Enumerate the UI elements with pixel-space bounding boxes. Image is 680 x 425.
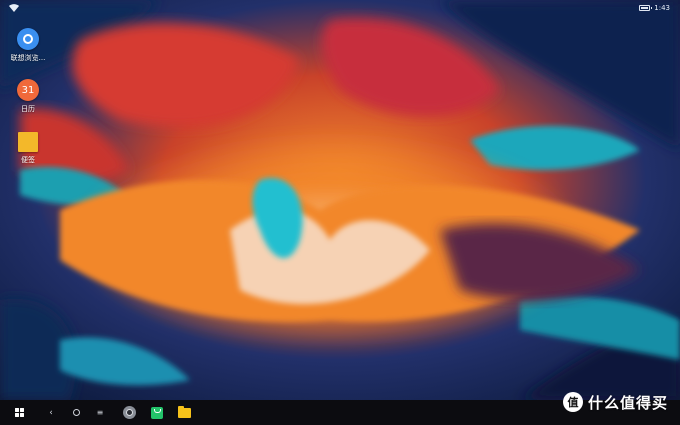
desktop-icon-calendar[interactable]: 31 日历: [8, 79, 48, 114]
desktop-icon-label: 日历: [21, 105, 35, 113]
clock: 1:43: [654, 4, 670, 12]
battery-level: [641, 7, 648, 9]
status-bar: 1:43: [0, 0, 680, 16]
camera-app-icon[interactable]: [120, 400, 138, 425]
recents-icon[interactable]: ≡: [93, 400, 107, 425]
desktop-icon-notes[interactable]: 便签: [8, 132, 48, 165]
wifi-icon: [9, 4, 19, 12]
browser-icon: [17, 28, 39, 50]
calendar-icon: 31: [17, 79, 39, 101]
files-folder-icon[interactable]: [175, 400, 193, 425]
back-icon[interactable]: ‹: [44, 400, 58, 425]
watermark-logo: 值: [562, 392, 583, 412]
app-store-icon[interactable]: [148, 400, 166, 425]
status-right: 1:43: [639, 4, 670, 12]
watermark-text: 什么值得买: [587, 393, 668, 412]
desktop-wallpaper: [0, 0, 680, 400]
start-icon[interactable]: [10, 400, 28, 425]
desktop-icon-browser[interactable]: 联想浏览...: [8, 28, 48, 63]
watermark: 值 什么值得买: [562, 391, 668, 413]
tablet-screen: 1:43 联想浏览... 31 日历 便签 ‹ ≡ 值 什么值得买: [0, 0, 680, 425]
desktop-icon-label: 联想浏览...: [10, 54, 46, 62]
home-icon[interactable]: [69, 400, 83, 425]
note-icon: [18, 132, 38, 152]
desktop-icon-label: 便签: [21, 156, 35, 164]
battery-icon: [639, 5, 653, 11]
